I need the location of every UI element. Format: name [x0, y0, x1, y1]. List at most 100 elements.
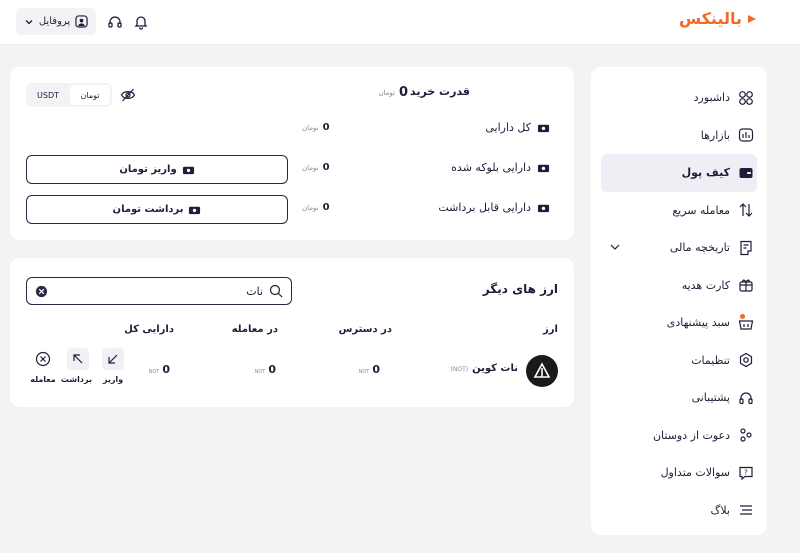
profile-button[interactable]: پروفایل: [16, 8, 96, 35]
sidebar-item-financial-history[interactable]: تاریخچه مالی: [591, 229, 767, 267]
sidebar-item-markets[interactable]: بازارها: [591, 117, 767, 155]
sidebar-item-label: کیف پول: [681, 166, 730, 180]
clear-search-icon[interactable]: [35, 285, 48, 298]
buying-power-value: 0 تومان: [378, 85, 408, 100]
column-in-trade: در معامله: [231, 324, 278, 335]
profile-label: پروفایل: [38, 16, 71, 27]
available-value: 0 NOT: [359, 363, 380, 376]
sidebar-item-faq[interactable]: ? سوالات متداول: [591, 454, 767, 492]
buying-power-label: قدرت خرید: [409, 85, 470, 98]
available-amount: 0: [372, 363, 380, 376]
withdrawable-assets-row: دارایی قابل برداشت: [438, 201, 550, 214]
withdraw-toman-label: برداشت تومان: [112, 204, 184, 215]
other-currencies-title: ارز های دیگر: [482, 282, 558, 296]
total-unit: NOT: [148, 369, 160, 375]
logo[interactable]: بالینکس: [679, 9, 758, 28]
wallet-summary-card: قدرت خرید 0 تومان تومان USDT کل دارایی 0…: [10, 67, 574, 240]
blocked-assets-amount: 0: [322, 162, 330, 173]
sidebar-item-label: تنظیمات: [691, 353, 730, 367]
toggle-toman[interactable]: تومان: [70, 85, 110, 105]
sidebar-item-suggested-basket[interactable]: سبد پیشنهادی: [591, 304, 767, 342]
in-trade-unit: NOT: [254, 369, 266, 375]
currency-search-field[interactable]: نات: [26, 277, 292, 305]
sidebar-item-gift-card[interactable]: کارت هدیه: [591, 267, 767, 305]
question-icon: ?: [739, 466, 753, 481]
column-available: در دسترس: [338, 324, 392, 335]
withdrawable-assets-value: 0 تومان: [302, 202, 330, 213]
sidebar-item-quick-trade[interactable]: معامله سریع: [591, 192, 767, 230]
search-input-group: نات: [246, 284, 283, 298]
deposit-action-button[interactable]: واریز: [99, 348, 127, 384]
support-headset-icon[interactable]: [106, 13, 124, 31]
notification-dot: [740, 314, 745, 319]
sidebar-item-label: سوالات متداول: [660, 466, 730, 480]
deposit-toman-button[interactable]: واریز تومان: [26, 155, 288, 184]
sidebar-item-label: سبد پیشنهادی: [666, 316, 730, 330]
svg-text:?: ?: [744, 468, 748, 476]
withdrawable-assets-label: دارایی قابل برداشت: [438, 201, 531, 214]
deposit-money-icon: [182, 166, 194, 175]
dashboard-icon: [739, 90, 753, 105]
total-assets-value: 0 تومان: [302, 122, 330, 133]
receipt-icon: [740, 240, 752, 255]
sidebar-item-support[interactable]: پشتیبانی: [591, 379, 767, 417]
gift-icon: [739, 279, 753, 292]
blocked-assets-value: 0 تومان: [302, 162, 330, 173]
logo-mark-icon: [748, 14, 756, 23]
withdrawable-assets-amount: 0: [322, 202, 330, 213]
top-bar: بالینکس پروفایل: [0, 0, 800, 45]
hide-balance-eye-icon[interactable]: [120, 87, 136, 103]
toman-unit: تومان: [302, 163, 319, 172]
blocked-assets-label: دارایی بلوکه شده: [451, 161, 531, 174]
coin-symbol: (NOT): [450, 366, 469, 373]
search-input[interactable]: نات: [246, 285, 263, 298]
deposit-toman-label: واریز تومان: [119, 164, 177, 175]
trade-action-button[interactable]: معامله: [29, 348, 57, 384]
chevron-down-icon[interactable]: [609, 241, 621, 253]
sidebar-item-dashboard[interactable]: داشبورد: [591, 79, 767, 117]
in-trade-amount: 0: [268, 363, 276, 376]
column-currency: ارز: [543, 324, 558, 335]
sidebar-item-label: پشتیبانی: [691, 391, 730, 405]
menu-lines-icon: [740, 505, 752, 515]
swap-arrows-icon: [739, 203, 753, 218]
column-total: دارایی کل: [124, 324, 174, 335]
notification-bell-icon[interactable]: [132, 13, 150, 31]
user-icon: [75, 15, 88, 28]
total-assets-row: کل دارایی: [485, 121, 550, 134]
money-out-icon: [537, 204, 550, 213]
money-icon: [537, 124, 550, 133]
sidebar-item-label: تاریخچه مالی: [669, 241, 730, 255]
withdraw-action-button[interactable]: برداشت: [61, 348, 92, 384]
sidebar-item-blog[interactable]: بلاگ: [591, 492, 767, 530]
total-value: 0 NOT: [149, 363, 170, 376]
logo-text: بالینکس: [678, 9, 742, 28]
toman-unit: تومان: [302, 203, 319, 212]
markets-icon: [738, 128, 754, 142]
sidebar-item-settings[interactable]: تنظیمات: [591, 342, 767, 380]
toggle-usdt[interactable]: USDT: [28, 85, 68, 105]
wallet-icon: [739, 167, 753, 178]
sidebar: داشبورد بازارها کیف پول معامله سریع تاری…: [591, 67, 767, 535]
total-assets-amount: 0: [322, 122, 330, 133]
sidebar-item-label: بلاگ: [710, 503, 730, 517]
withdraw-money-icon: [189, 206, 201, 215]
sidebar-item-label: بازارها: [700, 128, 730, 142]
headset-icon: [739, 392, 753, 404]
available-unit: NOT: [358, 369, 370, 375]
gear-icon: [739, 353, 753, 368]
coin-name: نات کوین: [472, 363, 518, 374]
deposit-action-label: واریز: [102, 375, 124, 384]
deposit-arrow-icon: [102, 348, 124, 370]
coin-name-group: نات کوین (NOT): [451, 363, 518, 374]
total-assets-label: کل دارایی: [485, 121, 531, 134]
sidebar-item-wallet[interactable]: کیف پول: [601, 154, 757, 192]
in-trade-value: 0 NOT: [255, 363, 276, 376]
sidebar-item-invite-friends[interactable]: دعوت از دوستان: [591, 417, 767, 455]
blocked-assets-row: دارایی بلوکه شده: [451, 161, 550, 174]
withdraw-toman-button[interactable]: برداشت تومان: [26, 195, 288, 224]
toman-unit: تومان: [302, 123, 319, 132]
trade-action-label: معامله: [30, 375, 56, 384]
total-amount: 0: [162, 363, 170, 376]
chevron-down-icon: [25, 19, 33, 24]
